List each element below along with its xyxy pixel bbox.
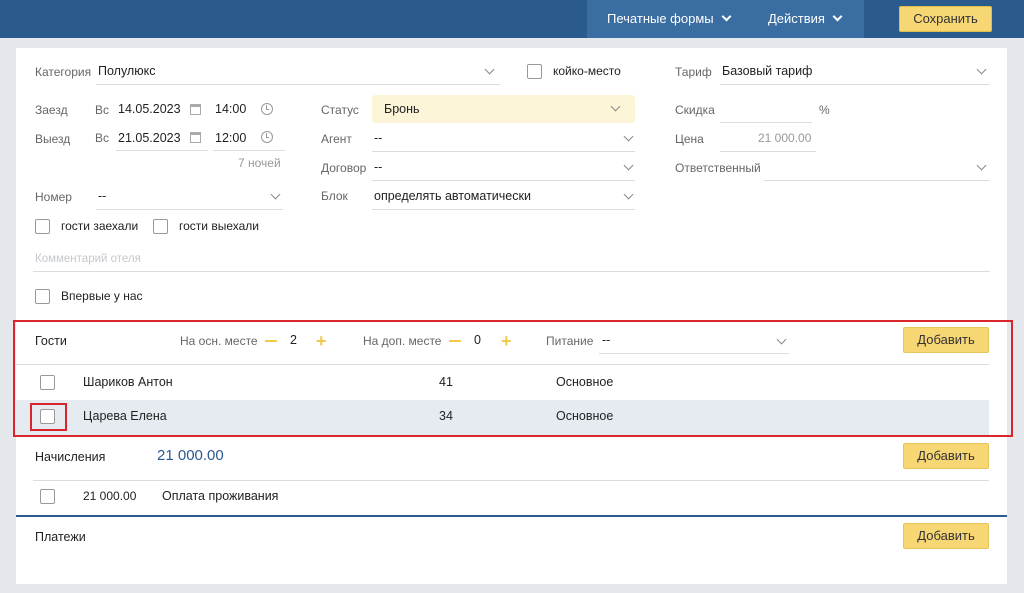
checkout-day: Вс bbox=[95, 131, 110, 145]
chevron-down-icon bbox=[832, 11, 843, 22]
calendar-icon[interactable] bbox=[190, 104, 201, 115]
price-label: Цена bbox=[675, 132, 704, 146]
chevron-down-icon[interactable] bbox=[976, 64, 987, 75]
checkin-time-input[interactable]: 14:00 bbox=[215, 102, 246, 116]
guests-checked-out-checkbox[interactable] bbox=[153, 219, 168, 234]
checkout-date-input[interactable]: 21.05.2023 bbox=[118, 131, 181, 145]
checkout-date-underline bbox=[116, 150, 208, 151]
charges-divider bbox=[33, 480, 989, 481]
chevron-down-icon[interactable] bbox=[623, 160, 634, 171]
room-label: Номер bbox=[35, 190, 72, 204]
calendar-icon[interactable] bbox=[190, 132, 201, 143]
checkout-time-input[interactable]: 12:00 bbox=[215, 131, 246, 145]
actions-menu[interactable]: Действия bbox=[768, 0, 843, 38]
nights-count: 7 ночей bbox=[238, 156, 281, 170]
payments-divider bbox=[16, 515, 1007, 517]
add-payment-button[interactable]: Добавить bbox=[903, 523, 989, 549]
guests-section-highlight bbox=[13, 320, 1013, 437]
chevron-down-icon[interactable] bbox=[270, 189, 281, 200]
guests-checked-in-label: гости заехали bbox=[61, 219, 139, 233]
price-input[interactable]: 21 000.00 bbox=[758, 131, 811, 145]
discount-unit: % bbox=[819, 103, 830, 117]
category-select[interactable]: Полулюкс bbox=[98, 64, 155, 78]
chevron-down-icon[interactable] bbox=[484, 64, 495, 75]
charge-row-checkbox[interactable] bbox=[40, 489, 55, 504]
price-underline bbox=[720, 151, 816, 152]
add-charge-button[interactable]: Добавить bbox=[903, 443, 989, 469]
payments-title: Платежи bbox=[35, 530, 86, 544]
discount-input[interactable] bbox=[720, 122, 812, 123]
status-select[interactable]: Бронь bbox=[372, 95, 635, 123]
agent-underline bbox=[372, 151, 635, 152]
checkout-time-underline bbox=[213, 150, 285, 151]
checkbox-highlight bbox=[30, 403, 67, 431]
print-forms-label: Печатные формы bbox=[607, 11, 714, 26]
responsible-label: Ответственный bbox=[675, 161, 761, 175]
bed-place-checkbox[interactable] bbox=[527, 64, 542, 79]
chevron-down-icon[interactable] bbox=[623, 131, 634, 142]
actions-label: Действия bbox=[768, 11, 825, 26]
responsible-select[interactable] bbox=[764, 180, 990, 181]
charge-amount: 21 000.00 bbox=[83, 489, 137, 503]
first-time-label: Впервые у нас bbox=[61, 289, 143, 303]
checkin-label: Заезд bbox=[35, 103, 68, 117]
contract-select[interactable]: -- bbox=[374, 160, 382, 174]
contract-underline bbox=[372, 180, 635, 181]
tariff-underline bbox=[720, 84, 990, 85]
chevron-down-icon bbox=[610, 101, 621, 112]
charge-description: Оплата проживания bbox=[162, 489, 279, 503]
discount-label: Скидка bbox=[675, 103, 715, 117]
agent-select[interactable]: -- bbox=[374, 131, 382, 145]
checkin-date-input[interactable]: 14.05.2023 bbox=[118, 102, 181, 116]
status-label: Статус bbox=[321, 103, 359, 117]
top-toolbar: Печатные формы Действия Сохранить bbox=[0, 0, 1024, 38]
comment-underline bbox=[33, 271, 990, 272]
checkout-label: Выезд bbox=[35, 132, 71, 146]
booking-panel: Категория Полулюкс койко-место Тариф Баз… bbox=[16, 48, 1007, 584]
print-forms-menu[interactable]: Печатные формы bbox=[607, 0, 732, 38]
clock-icon[interactable] bbox=[261, 131, 273, 143]
chevron-down-icon bbox=[721, 11, 732, 22]
guests-checked-out-label: гости выехали bbox=[179, 219, 259, 233]
block-label: Блок bbox=[321, 189, 348, 203]
bed-place-label: койко-место bbox=[553, 64, 621, 78]
status-value: Бронь bbox=[384, 102, 420, 116]
room-underline bbox=[96, 209, 283, 210]
hotel-comment-input[interactable]: Комментарий отеля bbox=[35, 253, 141, 265]
room-select[interactable]: -- bbox=[98, 189, 106, 203]
first-time-checkbox[interactable] bbox=[35, 289, 50, 304]
clock-icon[interactable] bbox=[261, 103, 273, 115]
contract-label: Договор bbox=[321, 161, 367, 175]
chevron-down-icon[interactable] bbox=[976, 160, 987, 171]
charges-title: Начисления bbox=[35, 450, 106, 464]
guests-checked-in-checkbox[interactable] bbox=[35, 219, 50, 234]
save-button[interactable]: Сохранить bbox=[899, 6, 992, 32]
tariff-select[interactable]: Базовый тариф bbox=[722, 64, 812, 78]
block-select[interactable]: определять автоматически bbox=[374, 189, 531, 203]
checkin-day: Вс bbox=[95, 103, 110, 117]
tariff-label: Тариф bbox=[675, 65, 712, 79]
agent-label: Агент bbox=[321, 132, 352, 146]
category-underline bbox=[96, 84, 500, 85]
charges-total: 21 000.00 bbox=[157, 447, 224, 464]
category-label: Категория bbox=[35, 65, 92, 79]
block-underline bbox=[372, 209, 635, 210]
chevron-down-icon[interactable] bbox=[623, 189, 634, 200]
